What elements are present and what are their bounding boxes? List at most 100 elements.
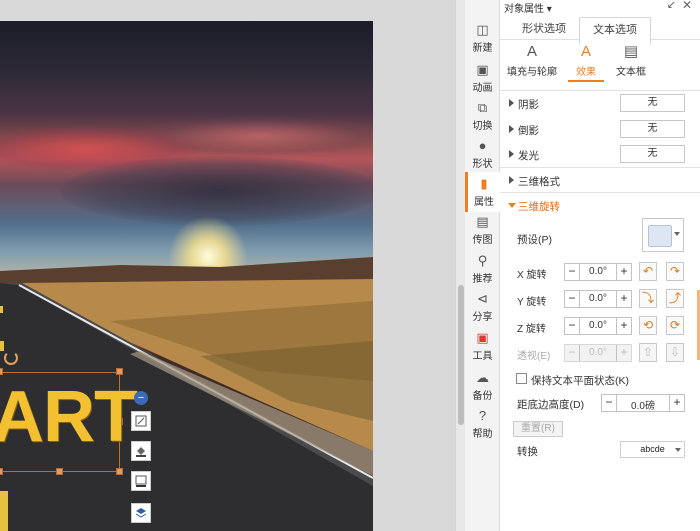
task-pane-sidebar: ◫ 新建 ▣ 动画 ⧉ 切换 ● 形状 ▮ 属性 ▤ 传图 ⚲ 推荐 ⊲ 分享 …: [465, 0, 500, 531]
convert-row: 转换 abcde: [500, 441, 700, 459]
x-rotation-row: X 旋转 − 0.0° + ↶ ↷: [500, 262, 700, 281]
active-subtab-underline: [568, 80, 604, 82]
distance-stepper[interactable]: − 0.0磅 +: [601, 394, 685, 412]
subtab-textbox[interactable]: ▤ 文本框: [601, 42, 661, 78]
increment-button[interactable]: +: [669, 395, 684, 411]
increment-button[interactable]: +: [616, 291, 631, 307]
road-center-dash: [0, 306, 3, 313]
decrement-button[interactable]: −: [565, 264, 580, 280]
canvas-area[interactable]: ART − 字: [0, 0, 455, 531]
sidebar-item-upload-image[interactable]: ▤ 传图: [465, 210, 500, 250]
preset-preview: [648, 225, 672, 247]
shadow-select[interactable]: 无: [620, 94, 685, 112]
slide-canvas[interactable]: ART − 字: [0, 21, 373, 531]
z-rotation-row: Z 旋转 − 0.0° + ⟲ ⟳: [500, 316, 700, 335]
increment-button[interactable]: +: [616, 264, 631, 280]
sidebar-item-transition[interactable]: ⧉ 切换: [465, 96, 500, 136]
outline-icon[interactable]: [131, 471, 151, 491]
decrement-button[interactable]: −: [565, 291, 580, 307]
increment-button[interactable]: +: [616, 345, 631, 361]
shadow-row[interactable]: 阴影 无: [500, 94, 700, 114]
chevron-down-icon: [675, 448, 681, 452]
close-icon[interactable]: ✕: [682, 0, 692, 12]
art-textbox[interactable]: ART: [0, 381, 138, 453]
sidebar-item-help[interactable]: ? 帮助: [465, 404, 500, 444]
fill-bucket-icon[interactable]: [131, 441, 151, 461]
perspective-decrease-icon[interactable]: ⇩: [666, 343, 684, 362]
resize-handle[interactable]: [0, 368, 3, 375]
rotate-counterclockwise-icon[interactable]: ⟲: [639, 316, 657, 335]
expand-caret-icon[interactable]: [509, 125, 514, 133]
new-icon: ◫: [476, 22, 489, 37]
resize-handle[interactable]: [116, 368, 123, 375]
tab-text-options[interactable]: 文本选项: [579, 17, 651, 45]
rotate-clockwise-icon[interactable]: ⟳: [666, 316, 684, 335]
sidebar-item-recommend[interactable]: ⚲ 推荐: [465, 249, 500, 289]
road-center-dash: [0, 341, 4, 351]
keep-text-flat-row[interactable]: 保持文本平面状态(K): [500, 371, 700, 387]
collapse-minus-icon[interactable]: −: [134, 391, 148, 405]
expand-caret-icon[interactable]: [509, 150, 514, 158]
backup-icon: ☁: [476, 370, 489, 385]
help-icon: ?: [478, 408, 487, 423]
y-rotation-stepper[interactable]: − 0.0° +: [564, 290, 632, 308]
format-3d-row[interactable]: 三维格式: [500, 171, 700, 191]
decrement-button[interactable]: −: [565, 318, 580, 334]
text-option-subtabs: A 填充与轮廓 A 效果 ▤ 文本框: [500, 42, 700, 87]
layer-stack-icon[interactable]: [131, 503, 151, 523]
keep-text-flat-checkbox[interactable]: [516, 373, 527, 384]
increment-button[interactable]: +: [616, 318, 631, 334]
preset-dropdown[interactable]: [642, 218, 684, 252]
perspective-increase-icon[interactable]: ⇧: [639, 343, 657, 362]
z-rotation-stepper[interactable]: − 0.0° +: [564, 317, 632, 335]
reflection-select[interactable]: 无: [620, 120, 685, 138]
sidebar-item-share[interactable]: ⊲ 分享: [465, 287, 500, 327]
rotation-3d-row[interactable]: 三维旋转: [500, 196, 700, 216]
sidebar-item-toolbox[interactable]: ▣ 工具: [465, 326, 500, 366]
sidebar-item-backup[interactable]: ☁ 备份: [465, 366, 500, 406]
rotate-left-icon[interactable]: ↶: [639, 262, 657, 281]
recommend-icon: ⚲: [477, 253, 488, 268]
tab-shape-options[interactable]: 形状选项: [522, 20, 566, 36]
reflection-row[interactable]: 倒影 无: [500, 120, 700, 140]
text-fill-icon: A: [526, 43, 537, 60]
panel-title[interactable]: 对象属性 ▾: [504, 0, 552, 15]
rotate-up-icon[interactable]: ⤵: [639, 289, 657, 308]
sidebar-item-animation[interactable]: ▣ 动画: [465, 58, 500, 98]
share-icon: ⊲: [477, 291, 488, 306]
shape-style-icon[interactable]: [131, 411, 151, 431]
resize-handle[interactable]: [116, 468, 123, 475]
convert-dropdown[interactable]: abcde: [620, 441, 685, 458]
decrement-button[interactable]: −: [602, 395, 617, 411]
shape-icon: ●: [478, 138, 487, 153]
panel-tabs: 形状选项 文本选项: [500, 14, 700, 45]
canvas-vertical-scrollbar[interactable]: [455, 0, 465, 531]
x-rotation-stepper[interactable]: − 0.0° +: [564, 263, 632, 281]
divider: [500, 192, 700, 193]
expand-caret-icon[interactable]: [509, 99, 514, 107]
rotation-handle[interactable]: [4, 351, 18, 365]
rotate-down-icon[interactable]: ⤴: [666, 289, 684, 308]
glow-select[interactable]: 无: [620, 145, 685, 163]
sidebar-item-new[interactable]: ◫ 新建: [465, 18, 500, 58]
chevron-down-icon: [674, 232, 680, 236]
y-rotation-row: Y 旋转 − 0.0° + ⤵ ⤴: [500, 289, 700, 308]
expand-caret-icon[interactable]: [509, 176, 514, 184]
scrollbar-thumb[interactable]: [458, 285, 464, 425]
perspective-stepper[interactable]: − 0.0° +: [564, 344, 632, 362]
divider: [500, 90, 700, 91]
property-icon: ▮: [480, 176, 488, 191]
subtab-fill-outline[interactable]: A 填充与轮廓: [502, 42, 562, 78]
reset-button[interactable]: 重置(R): [513, 421, 563, 437]
rotate-right-icon[interactable]: ↷: [666, 262, 684, 281]
resize-handle[interactable]: [56, 468, 63, 475]
toolbox-icon: ▣: [476, 330, 489, 345]
collapse-caret-icon[interactable]: [508, 203, 516, 208]
sidebar-item-shape[interactable]: ● 形状: [465, 134, 500, 174]
pin-icon[interactable]: ↙: [667, 0, 676, 11]
object-property-panel: 对象属性 ▾ ↙ ✕ 形状选项 文本选项 A 填充与轮廓 A 效果 ▤ 文本框 …: [500, 0, 700, 531]
decrement-button[interactable]: −: [565, 345, 580, 361]
glow-row[interactable]: 发光 无: [500, 145, 700, 165]
sidebar-item-property[interactable]: ▮ 属性: [465, 172, 500, 212]
resize-handle[interactable]: [0, 468, 3, 475]
